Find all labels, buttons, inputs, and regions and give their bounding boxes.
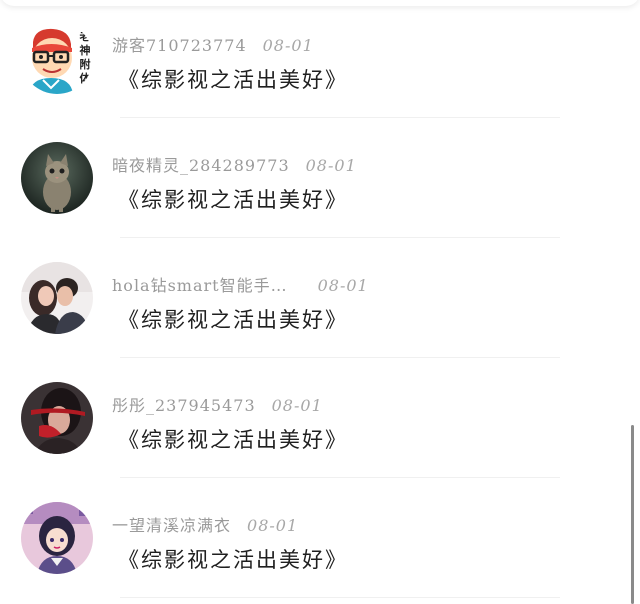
comment-meta: 彤彤_237945473 08-01 [112, 392, 323, 416]
cartoon-boy-avatar-icon[interactable]: 老 神 附 体 [21, 22, 93, 94]
avatar-badge-char: 神 [80, 43, 91, 57]
divider [120, 117, 560, 118]
comment-meta: 游客710723774 08-01 [112, 32, 314, 56]
comment-text: 《综影视之活出美好》 [118, 308, 348, 332]
anime-girl-avatar-icon[interactable] [21, 502, 93, 574]
comment-item[interactable]: 老 神 附 体 游客710723774 08-01 《综影视之活出美好》 [0, 0, 640, 118]
comment-meta: 一望清溪凉满衣 08-01 [112, 512, 299, 536]
post-date: 08-01 [271, 396, 323, 415]
username[interactable]: hola钻smart智能手… [112, 272, 288, 296]
avatar-badge-char: 老 [79, 29, 91, 43]
username[interactable]: 游客710723774 [112, 32, 247, 56]
comment-text: 《综影视之活出美好》 [118, 188, 348, 212]
username[interactable]: 彤彤_237945473 [112, 392, 256, 416]
divider [120, 357, 560, 358]
comment-text: 《综影视之活出美好》 [118, 428, 348, 452]
comment-text: 《综影视之活出美好》 [118, 68, 348, 92]
comment-item[interactable]: 一望清溪凉满衣 08-01 《综影视之活出美好》 [0, 480, 640, 598]
comment-meta: hola钻smart智能手… 08-01 [112, 272, 369, 296]
comment-list-screen: 老 神 附 体 游客710723774 08-01 《综影视之活出美好》 暗夜精… [0, 0, 640, 604]
comment-text: 《综影视之活出美好》 [118, 548, 348, 572]
divider [120, 477, 560, 478]
post-date: 08-01 [305, 156, 357, 175]
comment-item[interactable]: 彤彤_237945473 08-01 《综影视之活出美好》 [0, 360, 640, 478]
comment-item[interactable]: hola钻smart智能手… 08-01 《综影视之活出美好》 [0, 240, 640, 358]
divider [120, 237, 560, 238]
comment-item[interactable]: 暗夜精灵_284289773 08-01 《综影视之活出美好》 [0, 120, 640, 238]
username[interactable]: 暗夜精灵_284289773 [112, 152, 290, 176]
post-date: 08-01 [262, 36, 314, 55]
comment-meta: 暗夜精灵_284289773 08-01 [112, 152, 357, 176]
divider [120, 597, 560, 598]
avatar-badge-char: 体 [80, 71, 92, 85]
kitten-avatar-icon[interactable] [21, 142, 93, 214]
username[interactable]: 一望清溪凉满衣 [112, 512, 231, 536]
scrollbar[interactable] [631, 425, 634, 604]
post-date: 08-01 [247, 516, 299, 535]
post-date: 08-01 [317, 276, 369, 295]
girl-red-veil-avatar-icon[interactable] [21, 382, 93, 454]
couple-avatar-icon[interactable] [21, 262, 93, 334]
avatar-badge-char: 附 [80, 57, 91, 71]
